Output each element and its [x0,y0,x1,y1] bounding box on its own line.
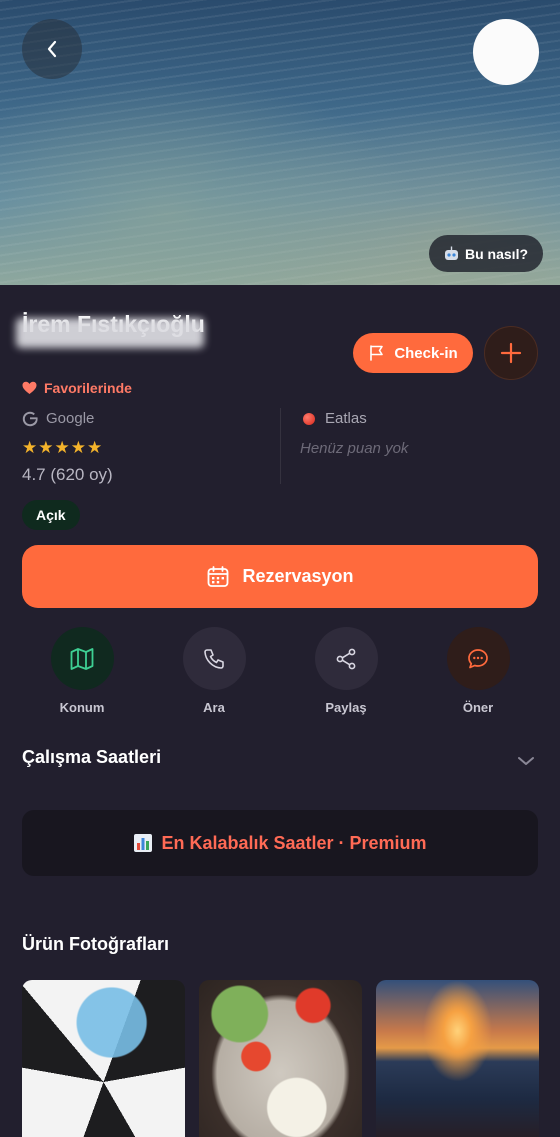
suggest-button[interactable] [446,627,510,690]
action-share-label: Paylaş [325,700,367,715]
robot-icon [443,245,460,262]
action-row: Konum Ara Paylaş Öner [0,627,560,727]
checkin-label: Check-in [394,344,458,362]
map-button[interactable] [50,627,114,690]
favorite-indicator[interactable]: Favorilerinde [22,380,132,396]
how-button[interactable]: Bu nasıl? [429,235,543,272]
product-photo[interactable] [199,980,362,1137]
chevron-left-icon [47,40,57,58]
eatlas-label: Eatlas [325,410,367,427]
heart-icon [22,381,37,394]
star-rating: ★★★★★ [22,438,104,457]
action-share[interactable]: Paylaş [296,627,396,715]
status-badge: Açık [22,500,80,530]
action-call-label: Ara [203,700,225,715]
how-label: Bu nasıl? [465,245,529,262]
share-button[interactable] [314,627,378,690]
checkin-button[interactable]: Check-in [353,333,473,373]
rating-divider [280,408,281,484]
action-location-label: Konum [59,700,105,715]
flag-icon [370,345,384,361]
calendar-icon [208,565,229,587]
action-suggest-label: Öner [462,700,494,715]
hours-title[interactable]: Çalışma Saatleri [22,747,161,768]
chat-icon [468,648,488,668]
action-suggest[interactable]: Öner [428,627,528,715]
eatlas-dot-icon [303,412,315,425]
photos-title: Ürün Fotoğrafları [22,934,169,954]
reservation-label: Rezervasyon [242,566,354,586]
reservation-button[interactable]: Rezervasyon [22,545,538,608]
favorite-label: Favorilerinde [44,380,132,396]
google-score: 4.7 (620 oy) [22,465,113,484]
google-rating-source: Google [22,410,94,427]
action-call[interactable]: Ara [164,627,264,715]
premium-label: En Kalabalık Saatler · Premium [161,832,427,853]
chevron-down-icon[interactable] [515,753,537,769]
back-button[interactable] [22,19,82,79]
bar-chart-icon [133,833,153,853]
premium-busy-hours-button[interactable]: En Kalabalık Saatler · Premium [22,810,538,876]
call-button[interactable] [182,627,246,690]
eatlas-empty-text: Henüz puan yok [300,440,409,457]
map-icon [70,647,94,670]
add-button[interactable] [484,326,538,380]
phone-icon [204,648,224,669]
eatlas-rating-source: Eatlas [303,410,367,427]
profile-avatar-button[interactable] [473,19,539,85]
product-photo[interactable] [22,980,185,1137]
share-icon [336,648,356,669]
action-location[interactable]: Konum [32,627,132,715]
product-photo[interactable] [376,980,539,1137]
photo-gallery [22,980,539,1137]
plus-icon [500,342,522,364]
google-icon [22,411,38,427]
name-blur-overlay [16,318,204,348]
google-label: Google [46,410,95,427]
